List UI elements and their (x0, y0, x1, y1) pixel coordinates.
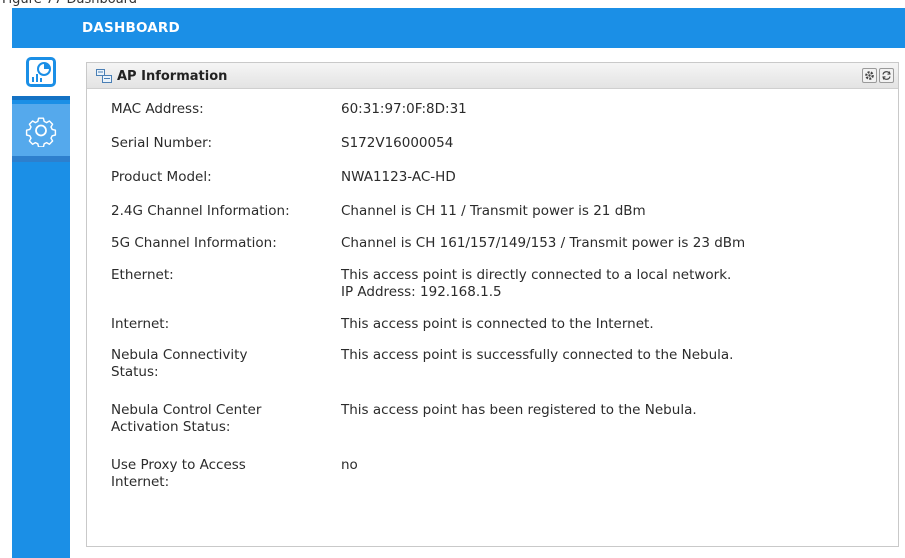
ap-information-panel: AP Information MAC Address: 60:31:97:0F:… (86, 62, 899, 547)
row-value: This access point has been registered to… (341, 402, 697, 418)
gear-icon (25, 117, 57, 147)
row-value: 60:31:97:0F:8D:31 (341, 101, 467, 117)
row-value: S172V16000054 (341, 135, 454, 151)
sidebar (12, 48, 70, 558)
row-label: Internet: (111, 316, 170, 332)
row-label: Use Proxy to Access Internet: (111, 457, 331, 491)
sidebar-item-settings[interactable] (12, 104, 70, 162)
row-value: Channel is CH 11 / Transmit power is 21 … (341, 203, 646, 219)
row-value: This access point is successfully connec… (341, 347, 734, 363)
ethernet-status: This access point is directly connected … (341, 267, 732, 283)
row-label-line2: Status: (111, 364, 159, 380)
row-label-line1: Nebula Connectivity (111, 347, 248, 363)
row-label: Nebula Connectivity Status: (111, 347, 331, 381)
row-label-line1: Nebula Control Center (111, 402, 262, 418)
row-label: Ethernet: (111, 267, 174, 283)
dashboard-chart-icon (26, 57, 56, 87)
row-value: This access point is directly connected … (341, 267, 901, 301)
row-value: Channel is CH 161/157/149/153 / Transmit… (341, 235, 746, 251)
row-label: Nebula Control Center Activation Status: (111, 402, 331, 436)
ethernet-ip-address: IP Address: 192.168.1.5 (341, 284, 502, 300)
row-label: Serial Number: (111, 135, 213, 151)
top-header-bar: DASHBOARD (12, 8, 905, 48)
row-value: This access point is connected to the In… (341, 316, 654, 332)
panel-refresh-button[interactable] (879, 68, 894, 83)
row-label-line2: Activation Status: (111, 419, 231, 435)
refresh-icon (882, 71, 891, 80)
row-value: NWA1123-AC-HD (341, 169, 456, 185)
row-label: 2.4G Channel Information: (111, 203, 290, 219)
panel-settings-button[interactable] (862, 68, 877, 83)
figure-caption: Figure 77 Dashboard (0, 0, 905, 8)
row-label: 5G Channel Information: (111, 235, 277, 251)
row-value: no (341, 457, 358, 473)
sidebar-item-dashboard[interactable] (12, 48, 70, 100)
row-label-line2: Internet: (111, 474, 170, 490)
ap-info-icon (96, 69, 112, 83)
settings-icon (865, 71, 874, 80)
panel-header: AP Information (87, 63, 898, 89)
page-title: DASHBOARD (82, 20, 180, 36)
row-label-line1: Use Proxy to Access (111, 457, 246, 473)
row-label: MAC Address: (111, 101, 204, 117)
panel-title: AP Information (117, 69, 228, 84)
row-label: Product Model: (111, 169, 212, 185)
